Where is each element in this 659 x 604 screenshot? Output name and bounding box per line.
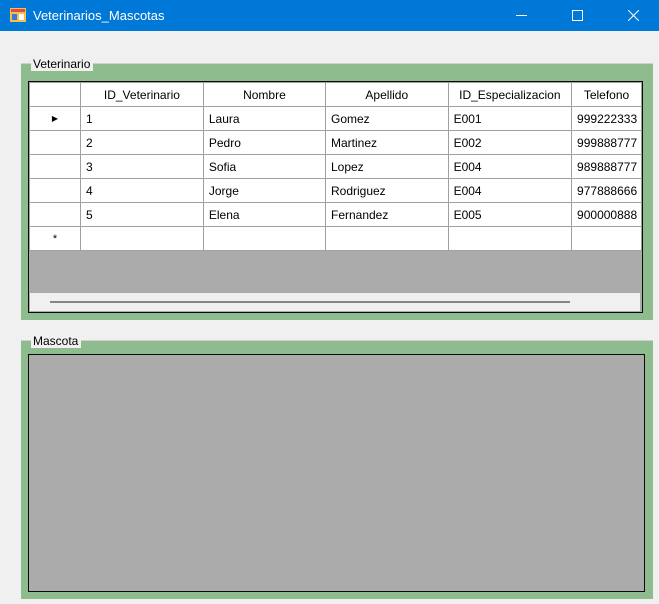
current-row-indicator-icon[interactable]: ▶ [29, 106, 81, 131]
table-cell[interactable]: Gomez [324, 106, 449, 131]
row-header[interactable] [29, 130, 81, 155]
table-cell[interactable]: E004 [447, 154, 573, 179]
row-header[interactable] [29, 178, 81, 203]
mascota-groupbox [21, 340, 653, 599]
table-cell[interactable]: 2 [79, 130, 204, 155]
veterinario-group-label: Veterinario [31, 57, 94, 71]
table-cell[interactable] [324, 226, 449, 251]
maximize-icon [571, 10, 583, 21]
mascota-group-label: Mascota [31, 334, 82, 348]
column-header[interactable]: ID_Veterinario [79, 82, 204, 107]
grid-header-row: ID_Veterinario Nombre Apellido ID_Especi… [29, 82, 642, 107]
table-cell[interactable]: 4 [79, 178, 204, 203]
table-cell[interactable]: E001 [447, 106, 573, 131]
veterinario-grid[interactable]: ID_Veterinario Nombre Apellido ID_Especi… [28, 81, 643, 313]
table-cell[interactable]: 1 [79, 106, 204, 131]
column-header[interactable]: Nombre [202, 82, 326, 107]
maximize-button[interactable] [554, 0, 600, 31]
table-cell[interactable]: 3 [79, 154, 204, 179]
table-cell[interactable]: Lopez [324, 154, 449, 179]
table-cell[interactable]: Pedro [202, 130, 326, 155]
close-button[interactable] [610, 0, 656, 31]
table-cell[interactable]: 999222333 [571, 106, 642, 131]
table-cell[interactable]: 977888666 [571, 178, 642, 203]
veterinario-table: ID_Veterinario Nombre Apellido ID_Especi… [29, 82, 642, 251]
minimize-icon [515, 15, 527, 16]
horizontal-scrollbar[interactable] [30, 293, 640, 311]
table-row[interactable]: 2 Pedro Martinez E002 999888777 [29, 130, 642, 155]
table-cell[interactable] [202, 226, 326, 251]
table-cell[interactable] [571, 226, 642, 251]
table-cell[interactable]: Jorge [202, 178, 326, 203]
window-title: Veterinarios_Mascotas [33, 8, 165, 23]
new-row-indicator-icon[interactable]: * [29, 226, 81, 251]
table-cell[interactable]: Sofia [202, 154, 326, 179]
row-header[interactable] [29, 202, 81, 227]
app-icon [10, 8, 26, 22]
table-cell[interactable]: Elena [202, 202, 326, 227]
table-cell[interactable]: Laura [202, 106, 326, 131]
new-row[interactable]: * [29, 226, 642, 251]
table-cell[interactable]: Fernandez [324, 202, 449, 227]
veterinario-groupbox: ID_Veterinario Nombre Apellido ID_Especi… [21, 63, 653, 320]
table-cell[interactable]: 999888777 [571, 130, 642, 155]
table-cell[interactable]: Martinez [324, 130, 449, 155]
close-icon [627, 10, 639, 21]
table-cell[interactable]: 989888777 [571, 154, 642, 179]
minimize-button[interactable] [498, 0, 544, 31]
table-cell[interactable] [79, 226, 204, 251]
column-header[interactable]: Telefono [571, 82, 642, 107]
mascota-grid[interactable] [28, 354, 645, 592]
table-cell[interactable]: E005 [447, 202, 573, 227]
column-header[interactable]: Apellido [324, 82, 449, 107]
table-cell[interactable]: E004 [447, 178, 573, 203]
row-header[interactable] [29, 154, 81, 179]
table-cell[interactable] [447, 226, 573, 251]
table-row[interactable]: ▶ 1 Laura Gomez E001 999222333 [29, 106, 642, 131]
title-bar[interactable]: Veterinarios_Mascotas [0, 0, 659, 31]
table-cell[interactable]: Rodriguez [324, 178, 449, 203]
table-row[interactable]: 3 Sofia Lopez E004 989888777 [29, 154, 642, 179]
table-cell[interactable]: 900000888 [571, 202, 642, 227]
scrollbar-thumb[interactable] [50, 301, 570, 303]
table-cell[interactable]: 5 [79, 202, 204, 227]
table-cell[interactable]: E002 [447, 130, 573, 155]
grid-corner-cell[interactable] [29, 82, 81, 107]
table-row[interactable]: 5 Elena Fernandez E005 900000888 [29, 202, 642, 227]
column-header[interactable]: ID_Especializacion [447, 82, 573, 107]
table-row[interactable]: 4 Jorge Rodriguez E004 977888666 [29, 178, 642, 203]
